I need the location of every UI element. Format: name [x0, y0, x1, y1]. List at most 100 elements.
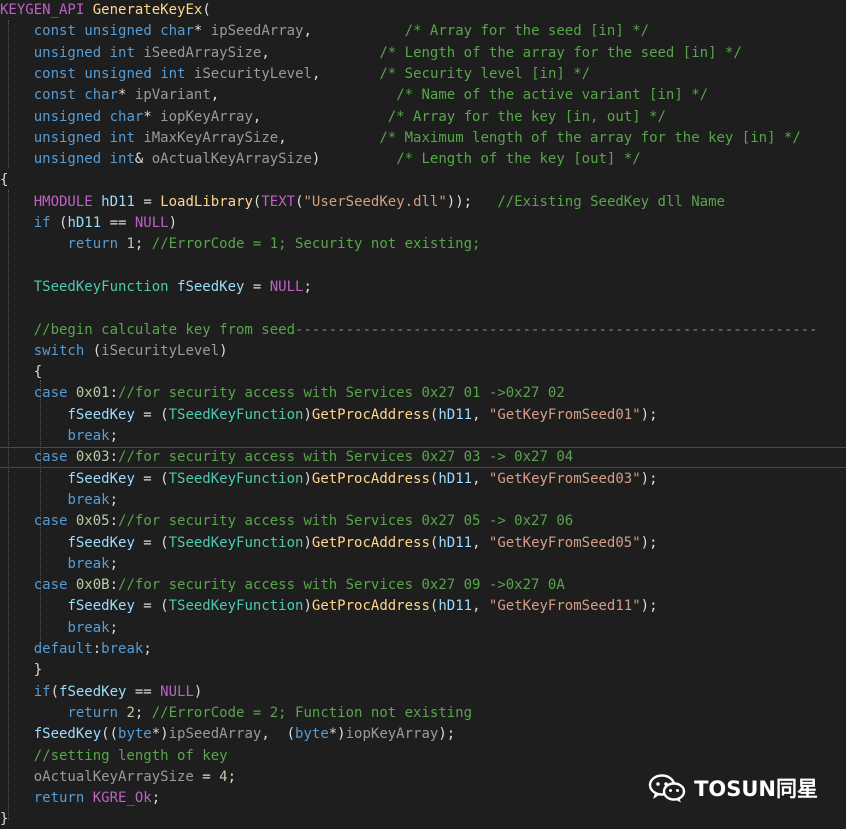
code-token-param: ipVariant: [134, 87, 211, 104]
code-line[interactable]: unsigned char* iopKeyArray, /* Array for…: [0, 107, 846, 128]
code-token-kw: int: [109, 44, 135, 61]
code-token-ident: [67, 577, 75, 593]
code-token-ident: );: [640, 406, 658, 423]
code-line[interactable]: break;: [0, 426, 846, 447]
code-token-kw: return: [33, 790, 85, 807]
code-token-ident: =: [193, 768, 220, 785]
code-token-ident: ==: [101, 215, 135, 231]
code-line[interactable]: }: [0, 809, 846, 829]
code-token-ident: ): [311, 151, 397, 168]
code-token-ident: = (: [134, 534, 169, 551]
code-token-kw: switch: [33, 342, 85, 359]
code-line[interactable]: return 1; //ErrorCode = 1; Security not …: [0, 234, 846, 255]
code-token-local: fSeedKey: [67, 534, 135, 551]
code-token-ident: [0, 449, 34, 465]
code-token-kw: case: [33, 577, 68, 594]
code-token-num: 2: [126, 704, 135, 721]
code-token-ident: [0, 385, 34, 401]
code-line[interactable]: case 0x01://for security access with Ser…: [0, 383, 846, 404]
code-token-kw: char: [84, 87, 119, 104]
code-token-param: ipSeedArray: [210, 23, 304, 40]
code-line[interactable]: KEYGEN_API GenerateKeyEx(: [0, 0, 846, 21]
code-line[interactable]: break;: [0, 618, 846, 639]
code-token-ident: *): [151, 726, 169, 743]
code-token-kw: if: [33, 683, 51, 700]
code-token-ident: [0, 598, 67, 614]
code-line[interactable]: TSeedKeyFunction fSeedKey = NULL;: [0, 277, 846, 298]
code-line[interactable]: unsigned int& oActualKeyArraySize) /* Le…: [0, 149, 846, 170]
code-token-comment: /* Length of the key [out] */: [396, 151, 641, 168]
code-line[interactable]: fSeedKey = (TSeedKeyFunction)GetProcAddr…: [0, 533, 846, 554]
code-line[interactable]: case 0x05://for security access with Ser…: [0, 511, 846, 532]
code-line[interactable]: //setting length of key: [0, 746, 846, 767]
code-token-ident: [0, 45, 34, 61]
code-token-kw: int: [109, 129, 135, 146]
code-line[interactable]: fSeedKey((byte*)ipSeedArray, (byte*)iopK…: [0, 724, 846, 745]
code-token-ident: [67, 513, 75, 529]
code-line[interactable]: HMODULE hD11 = LoadLibrary(TEXT("UserSee…: [0, 192, 846, 213]
code-token-ident: ,: [303, 23, 405, 40]
code-line[interactable]: return 2; //ErrorCode = 2; Function not …: [0, 703, 846, 724]
code-token-ident: );: [640, 598, 658, 615]
code-line[interactable]: if(fSeedKey == NULL): [0, 682, 846, 703]
code-line[interactable]: [0, 298, 846, 319]
code-token-ident: {: [0, 364, 43, 381]
code-line[interactable]: if (hD11 == NULL): [0, 213, 846, 234]
code-token-ident: ;: [109, 619, 119, 636]
code-token-num: 0x0B: [75, 577, 110, 594]
code-token-ident: [0, 23, 34, 39]
code-line[interactable]: //begin calculate key from seed---------…: [0, 320, 846, 341]
code-token-func: GetProcAddress: [311, 406, 430, 423]
code-line[interactable]: {: [0, 170, 846, 191]
code-line[interactable]: switch (iSecurityLevel): [0, 341, 846, 362]
code-line[interactable]: }: [0, 660, 846, 681]
code-line[interactable]: fSeedKey = (TSeedKeyFunction)GetProcAddr…: [0, 469, 846, 490]
code-token-comment: //for security access with Services 0x27…: [118, 385, 565, 402]
code-token-ident: [84, 2, 92, 18]
code-token-ident: ;: [109, 491, 119, 508]
code-token-ident: *): [328, 726, 346, 743]
code-line[interactable]: fSeedKey = (TSeedKeyFunction)GetProcAddr…: [0, 596, 846, 617]
code-line[interactable]: unsigned int iMaxKeyArraySize, /* Maximu…: [0, 128, 846, 149]
code-token-ident: ): [303, 598, 312, 615]
code-token-ident: ;: [143, 641, 152, 657]
code-token-ident: [93, 194, 101, 210]
code-line[interactable]: break;: [0, 554, 846, 575]
code-line[interactable]: default:break;: [0, 639, 846, 660]
code-token-ident: [0, 535, 67, 551]
code-token-kw: unsigned: [33, 129, 102, 146]
watermark: TOSUN同星: [648, 773, 818, 803]
code-token-param: iopKeyArray: [345, 726, 439, 743]
code-token-ident: [0, 705, 67, 721]
code-line[interactable]: [0, 256, 846, 277]
code-token-ident: ): [219, 342, 228, 359]
code-editor[interactable]: KEYGEN_API GenerateKeyEx( const unsigned…: [0, 0, 846, 829]
code-line[interactable]: const char* ipVariant, /* Name of the ac…: [0, 85, 846, 106]
code-token-kw: byte: [295, 726, 329, 743]
code-token-ident: [0, 87, 34, 103]
code-line[interactable]: case 0x0B://for security access with Ser…: [0, 575, 846, 596]
code-token-kw: case: [33, 449, 68, 466]
code-line[interactable]: const unsigned int iSecurityLevel, /* Se…: [0, 64, 846, 85]
code-token-ident: ;: [227, 768, 237, 785]
code-token-ident: [0, 236, 67, 252]
code-token-ident: [0, 428, 67, 444]
code-line[interactable]: {: [0, 362, 846, 383]
code-token-comment: //for security access with Services 0x27…: [118, 577, 565, 594]
code-token-kw: break: [67, 428, 110, 444]
code-token-kw: unsigned: [33, 108, 102, 125]
wechat-icon: [648, 774, 686, 803]
code-token-type: TSeedKeyFunction: [168, 406, 304, 423]
code-token-string: "GetKeyFromSeed05": [488, 534, 641, 551]
code-line[interactable]: const unsigned char* ipSeedArray, /* Arr…: [0, 21, 846, 42]
code-token-comment: /* Security level [in] */: [379, 65, 591, 82]
code-token-func: LoadLibrary: [160, 193, 253, 210]
code-token-param: oActualKeyArraySize: [151, 151, 312, 168]
code-line[interactable]: fSeedKey = (TSeedKeyFunction)GetProcAddr…: [0, 405, 846, 426]
code-token-ident: [0, 577, 34, 593]
code-line[interactable]: break;: [0, 490, 846, 511]
code-token-ident: );: [640, 534, 658, 551]
code-token-comment: //begin calculate key from seed---------…: [33, 321, 818, 338]
code-line[interactable]: unsigned int iSeedArraySize, /* Length o…: [0, 43, 846, 64]
code-line[interactable]: case 0x03://for security access with Ser…: [0, 447, 846, 469]
